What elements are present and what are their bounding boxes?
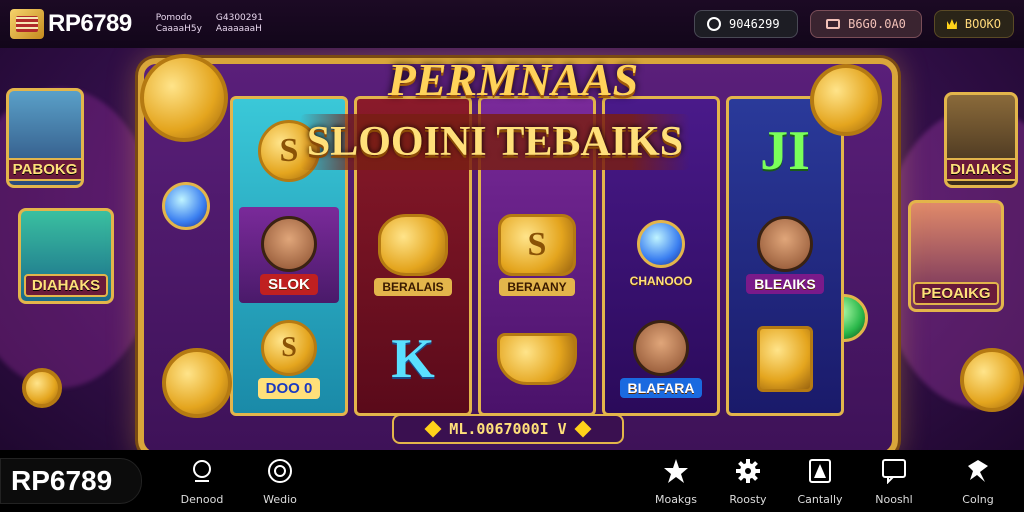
info-line: Pomodo [155, 13, 192, 23]
reel-symbol: BERALAIS [363, 207, 463, 303]
logo-icon [10, 9, 44, 39]
deposit-button[interactable]: B6G0.0A0 [810, 10, 922, 38]
reel-5: JI BLEAIKS [726, 96, 844, 416]
badge-icon [267, 458, 293, 484]
reel-symbol [487, 311, 587, 407]
balance-value: 9046299 [729, 17, 780, 31]
game-title: PERMNAAS [387, 53, 639, 105]
side-card-label: DIAIAKS [947, 158, 1015, 181]
refresh-icon [707, 17, 721, 31]
cup-icon [497, 333, 577, 385]
nav-item-roosty[interactable]: Roosty [712, 458, 784, 506]
character-icon [633, 320, 689, 376]
nav-item-colng[interactable]: Colng [942, 458, 1014, 506]
nav-label: Cantally [797, 493, 843, 506]
side-card-label: PEOAIKG [913, 282, 999, 305]
coin-icon [162, 348, 232, 418]
nav-label: Colng [962, 493, 994, 506]
symbol-label: BLAFARA [619, 378, 703, 398]
nav-label: Moakgs [654, 493, 698, 506]
card-icon [807, 458, 833, 484]
chat-icon [881, 458, 907, 484]
nav-label: Denood [180, 493, 224, 506]
reel-symbol: K [363, 311, 463, 407]
symbol-label: BERAANY [499, 278, 575, 296]
tag-icon [965, 458, 991, 484]
coin-letter: S [279, 132, 299, 169]
top-bar: RP6789 Pomodo CaaaaH5y G4300291 AaaaaaaH… [0, 0, 1024, 48]
bottom-brand[interactable]: RP6789 [0, 458, 142, 504]
nav-label: Wedio [263, 493, 297, 506]
letter-symbol: JI [760, 120, 810, 182]
game-scene[interactable]: PABOKG DIAHAKS DIAIAKS PEOAIKG S SLOK S … [0, 48, 1024, 450]
nav-item-cantally[interactable]: Cantally [784, 458, 856, 506]
coin-icon [22, 368, 62, 408]
wallet-icon [826, 19, 841, 29]
brand-name: RP6789 [48, 10, 132, 37]
user-icon [189, 458, 215, 484]
symbol-label: SLOK [260, 273, 318, 295]
nav-label: Nooshl [875, 493, 913, 506]
reel-symbol: S BERAANY [487, 207, 587, 303]
coin-icon [960, 348, 1024, 412]
reel-symbol: S DOO 0 [239, 311, 339, 407]
info-line: CaaaaH5y [155, 24, 202, 34]
gem-icon [637, 220, 685, 268]
symbol-label: BERALAIS [374, 278, 452, 296]
reel-symbol: SLOK [239, 207, 339, 303]
brand-logo[interactable]: RP6789 [10, 9, 132, 39]
symbol-label: CHANOOO [629, 274, 693, 288]
side-card-left-top[interactable]: PABOKG [6, 88, 84, 188]
side-card-right-bottom[interactable]: PEOAIKG [908, 200, 1004, 312]
character-icon [261, 215, 317, 272]
character-icon [757, 216, 813, 272]
star-icon [663, 458, 689, 484]
orb-icon [162, 182, 210, 230]
side-card-left-bottom[interactable]: DIAHAKS [18, 208, 114, 304]
symbol-label: BLEAIKS [746, 274, 824, 294]
info-block-right: G4300291 AaaaaaaH [216, 13, 263, 35]
coin-icon [810, 64, 882, 136]
diamond-icon [574, 420, 592, 438]
balance-button[interactable]: 9046299 [694, 10, 798, 38]
win-amount: ML.0067000I V [449, 420, 567, 438]
symbol-label: DOO 0 [257, 377, 321, 399]
bottom-nav: RP6789 Denood Wedio Moakgs Roosty Cantal… [0, 450, 1024, 512]
diamond-icon [424, 420, 442, 438]
reel-symbol [735, 311, 835, 407]
goblet-icon [757, 326, 813, 392]
deposit-label: B6G0.0A0 [848, 17, 906, 31]
win-display: ML.0067000I V [392, 414, 624, 444]
side-card-label: PABOKG [9, 158, 81, 181]
nav-item-nooshl[interactable]: Nooshl [858, 458, 930, 506]
side-card-right-top[interactable]: DIAIAKS [944, 92, 1018, 188]
coin-icon [140, 54, 228, 142]
reel-symbol: BLAFARA [611, 311, 711, 407]
nav-item-denood[interactable]: Denood [166, 458, 238, 506]
info-line: AaaaaaaH [215, 24, 262, 34]
nav-item-wedio[interactable]: Wedio [244, 458, 316, 506]
gear-icon [735, 458, 761, 484]
letter-symbol: K [391, 328, 435, 390]
info-block-left: Pomodo CaaaaH5y [156, 13, 202, 35]
nav-label: Roosty [729, 493, 767, 506]
bonus-label: BOOKO [964, 17, 1001, 31]
game-subtitle-banner: SLOOINI TEBAIKS [300, 114, 690, 170]
side-card-label: DIAHAKS [23, 274, 109, 297]
info-line: G4300291 [215, 13, 263, 23]
chest-icon: S [498, 214, 576, 276]
bonus-button[interactable]: BOOKO [934, 10, 1014, 38]
coin-icon: S [261, 319, 317, 376]
pot-icon [378, 214, 448, 276]
nav-item-moakgs[interactable]: Moakgs [640, 458, 712, 506]
reel-symbol: BLEAIKS [735, 207, 835, 303]
reel-symbol: CHANOOO [611, 207, 711, 303]
crown-icon [947, 19, 957, 29]
